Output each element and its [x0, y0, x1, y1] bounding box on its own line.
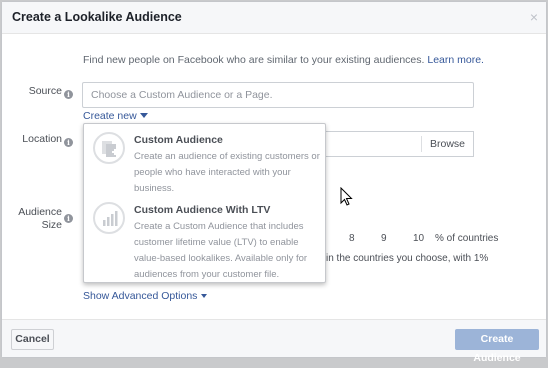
- intro-text: Find new people on Facebook who are simi…: [83, 54, 484, 66]
- learn-more-link[interactable]: Learn more.: [427, 54, 484, 66]
- browse-button[interactable]: Browse: [420, 136, 473, 152]
- location-info-icon[interactable]: i: [64, 138, 73, 147]
- dialog-header: Create a Lookalike Audience ×: [2, 2, 546, 34]
- lookalike-audience-dialog: Create a Lookalike Audience × Find new p…: [1, 1, 547, 364]
- cancel-button[interactable]: Cancel: [11, 329, 54, 350]
- source-input[interactable]: Choose a Custom Audience or a Page.: [82, 82, 474, 108]
- dialog-footer: Cancel Create Audience: [2, 319, 546, 364]
- create-audience-button[interactable]: Create Audience: [455, 329, 539, 364]
- location-label: Location: [22, 133, 62, 145]
- scale-tick: 10: [413, 233, 425, 244]
- create-new-label: Create new: [83, 110, 137, 122]
- source-info-icon[interactable]: i: [64, 90, 73, 99]
- show-advanced-options-link[interactable]: Show Advanced Options: [83, 290, 208, 302]
- source-label: Source: [28, 85, 62, 97]
- chevron-down-icon: [201, 294, 208, 298]
- dialog-title: Create a Lookalike Audience: [12, 10, 182, 24]
- menu-item-custom-audience[interactable]: Custom Audience Create an audience of ex…: [84, 126, 325, 202]
- audience-size-description: in the countries you choose, with 1%: [326, 253, 489, 264]
- menu-item-title: Custom Audience With LTV: [134, 204, 271, 216]
- scale-tick: 8: [349, 233, 355, 244]
- menu-item-custom-audience-ltv[interactable]: Custom Audience With LTV Create a Custom…: [84, 196, 325, 280]
- menu-item-description: Create a Custom Audience that includes c…: [134, 221, 308, 280]
- location-input[interactable]: Browse: [324, 131, 474, 157]
- intro-description: Find new people on Facebook who are simi…: [83, 54, 428, 66]
- advanced-label: Show Advanced Options: [83, 290, 198, 302]
- caret-down-icon: [139, 113, 148, 118]
- close-icon[interactable]: ×: [530, 10, 538, 24]
- mouse-pointer-icon: [340, 187, 353, 206]
- menu-item-title: Custom Audience: [134, 134, 223, 146]
- create-new-menu: Custom Audience Create an audience of ex…: [83, 123, 326, 283]
- audience-size-label: Audience Size: [18, 206, 62, 231]
- menu-item-description: Create an audience of existing customers…: [134, 151, 320, 194]
- create-new-dropdown[interactable]: Create new: [83, 110, 148, 122]
- scale-unit: % of countries: [435, 233, 499, 244]
- ltv-bar-chart-icon: [93, 202, 125, 234]
- scale-tick: 9: [381, 233, 387, 244]
- custom-audience-icon: [93, 132, 125, 164]
- audience-size-info-icon[interactable]: i: [64, 214, 73, 223]
